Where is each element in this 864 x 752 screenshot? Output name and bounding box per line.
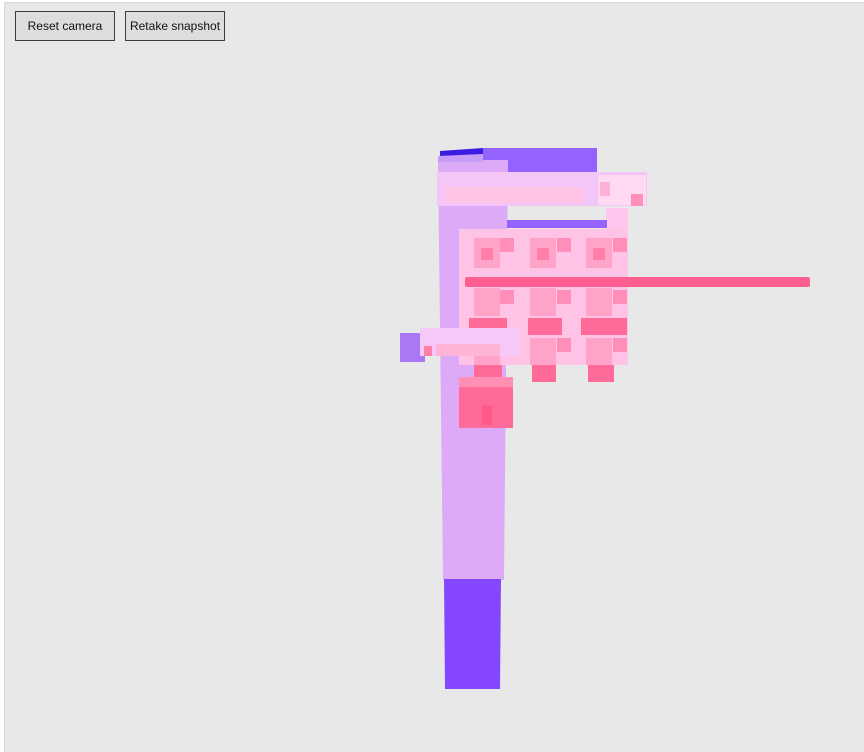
- bottom-block-top: [459, 377, 513, 387]
- bottom-block-notch: [482, 405, 492, 425]
- cell-col2-side-knob-2: [557, 290, 571, 304]
- voxel-model-render: [400, 148, 810, 689]
- cell-col2-row3: [530, 338, 556, 365]
- cell-col3-row1-knob: [593, 248, 605, 260]
- top-arm-nub: [631, 194, 643, 206]
- horizontal-rod: [465, 277, 810, 287]
- cell-col3-row3-base: [588, 365, 614, 382]
- cell-col3-row2-base: [581, 318, 627, 335]
- cell-col2-row3-base: [532, 365, 556, 382]
- cell-col1-row2: [474, 288, 500, 316]
- cell-col2-side-knob-1: [557, 238, 571, 252]
- cell-col1-side-knob-1: [500, 238, 514, 252]
- cell-col2-side-knob-3: [557, 338, 571, 352]
- shelf-top-edge: [507, 220, 607, 228]
- crossbar-nub: [424, 346, 432, 356]
- cell-col1-row1-knob: [481, 248, 493, 260]
- cell-col3-side-knob-2: [613, 290, 627, 304]
- top-arm-nub-3: [600, 182, 610, 196]
- crossbar-face: [436, 344, 500, 356]
- cell-col2-row1-knob: [537, 248, 549, 260]
- top-arm-nub-2: [606, 208, 628, 230]
- cell-col3-row3: [586, 338, 612, 365]
- cell-col2-row2: [530, 288, 556, 316]
- pole-lower: [444, 579, 501, 689]
- cell-col3-row2: [586, 288, 612, 316]
- cell-col3-side-knob-3: [613, 338, 627, 352]
- top-arm-face: [445, 187, 583, 203]
- cell-col3-side-knob-1: [613, 238, 627, 252]
- cell-col2-row2-base: [528, 318, 562, 335]
- cell-col1-side-knob-2: [500, 290, 514, 304]
